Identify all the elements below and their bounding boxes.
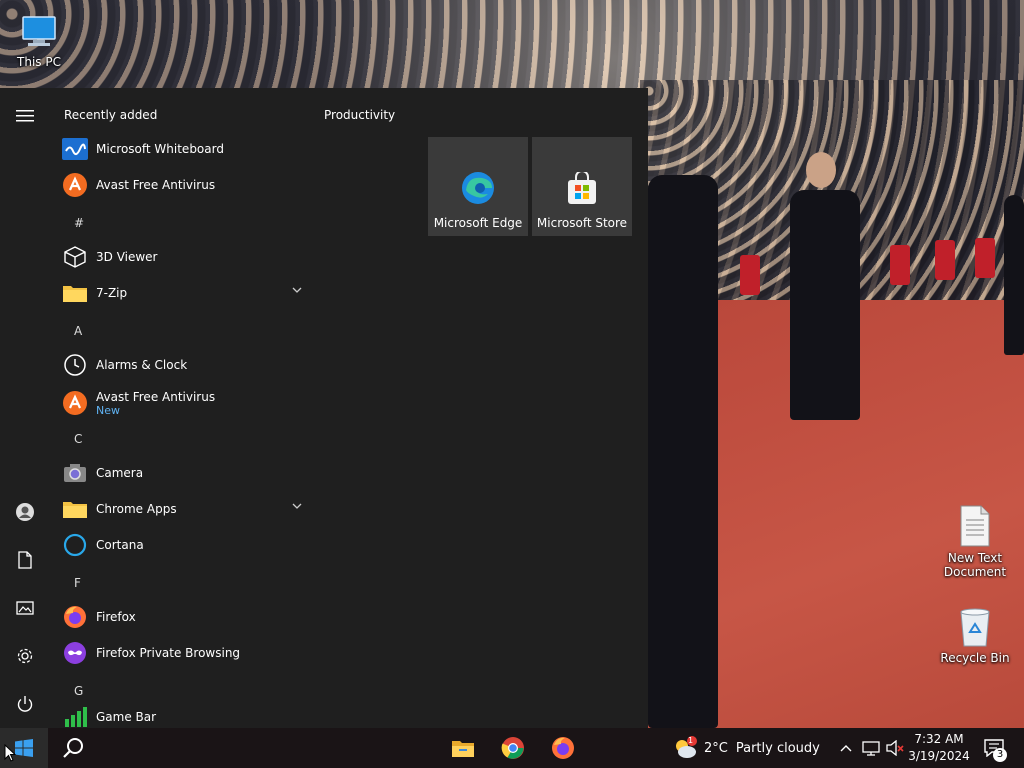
app-alarms-clock[interactable]: Alarms & Clock: [62, 347, 310, 383]
start-menu: Recently added Microsoft Whiteboard Avas…: [0, 88, 648, 728]
app-firefox[interactable]: Firefox: [62, 599, 310, 635]
tile-microsoft-edge[interactable]: Microsoft Edge: [428, 137, 528, 236]
letter-header-c[interactable]: C: [74, 432, 82, 446]
pictures-button[interactable]: [0, 588, 50, 628]
letter-header-f[interactable]: F: [74, 576, 81, 590]
user-account-button[interactable]: [0, 492, 50, 532]
desktop-icon-recycle-bin[interactable]: Recycle Bin: [940, 604, 1010, 665]
store-icon: [568, 172, 596, 204]
file-explorer-icon: [452, 741, 474, 757]
show-hidden-icons-button[interactable]: [836, 728, 856, 768]
folder-icon: [63, 286, 87, 302]
cortana-icon: [63, 533, 87, 557]
app-avast-recent[interactable]: Avast Free Antivirus: [62, 167, 310, 203]
letter-header-hash[interactable]: #: [74, 216, 84, 230]
app-camera[interactable]: Camera: [62, 455, 310, 491]
wallpaper-chair: [975, 238, 995, 278]
app-3d-viewer[interactable]: 3D Viewer: [62, 239, 310, 275]
chevron-down-icon[interactable]: [292, 503, 302, 509]
app-cortana[interactable]: Cortana: [62, 527, 310, 563]
settings-icon: [17, 648, 33, 664]
start-expand-button[interactable]: [0, 96, 50, 136]
desktop-icon-label: Recycle Bin: [940, 651, 1010, 665]
alarm-clock-icon: [64, 354, 86, 376]
volume-button[interactable]: [884, 728, 906, 768]
letter-header-g[interactable]: G: [74, 684, 83, 698]
clock-date: 3/19/2024: [908, 749, 970, 763]
network-button[interactable]: [860, 728, 882, 768]
text-document-icon: [960, 505, 990, 547]
wallpaper-figure: [648, 175, 718, 728]
wallpaper-chair: [740, 255, 760, 295]
weather-condition: Partly cloudy: [735, 740, 820, 756]
power-icon: [17, 696, 33, 712]
taskbar-chrome[interactable]: [490, 728, 536, 768]
clock-time: 7:32 AM: [914, 732, 964, 746]
taskbar-firefox[interactable]: [540, 728, 586, 768]
search-button[interactable]: [50, 728, 96, 768]
desktop-icon-label: This PC: [17, 55, 61, 69]
new-badge: New: [96, 403, 120, 417]
3d-cube-icon: [64, 246, 86, 268]
whiteboard-icon: [62, 138, 88, 160]
tiles-area: Productivity Microsoft Edge Microsoft St…: [310, 88, 648, 728]
wallpaper-chair: [890, 245, 910, 285]
chrome-icon: [501, 737, 524, 759]
notification-count-badge: 3: [993, 748, 1007, 762]
firefox-private-icon: [64, 642, 86, 664]
user-account-icon: [16, 503, 34, 521]
desktop-icon-label: New Text Document: [943, 551, 1007, 579]
app-list: Recently added Microsoft Whiteboard Avas…: [50, 88, 310, 728]
weather-widget[interactable]: 1 2°C Partly cloudy: [672, 728, 820, 768]
start-rail: [0, 88, 50, 728]
recycle-bin-icon: [960, 608, 990, 647]
avast-icon: [63, 173, 87, 197]
settings-button[interactable]: [0, 636, 50, 676]
tile-group-title[interactable]: Productivity: [324, 108, 395, 122]
firefox-icon: [64, 606, 86, 628]
app-7zip-folder[interactable]: 7-Zip: [62, 275, 310, 311]
partly-cloudy-icon: [676, 736, 697, 758]
app-avast-free-antivirus[interactable]: Avast Free Antivirus New: [62, 383, 310, 423]
network-icon: [862, 741, 880, 756]
app-game-bar[interactable]: Game Bar: [62, 699, 310, 728]
action-center-button[interactable]: 3: [976, 728, 1012, 768]
chevron-up-icon: [840, 745, 852, 752]
letter-header-a[interactable]: A: [74, 324, 82, 338]
weather-temperature: 2°C: [704, 740, 728, 756]
wallpaper-figure-head: [806, 152, 836, 188]
power-button[interactable]: [0, 684, 50, 724]
app-firefox-private[interactable]: Firefox Private Browsing: [62, 635, 310, 671]
app-microsoft-whiteboard[interactable]: Microsoft Whiteboard: [62, 131, 310, 167]
windows-logo-icon: [15, 739, 33, 757]
camera-icon: [64, 464, 86, 482]
computer-icon: [22, 16, 56, 46]
documents-button[interactable]: [0, 540, 50, 580]
chevron-down-icon[interactable]: [292, 287, 302, 293]
taskbar-file-explorer[interactable]: [440, 728, 486, 768]
folder-icon: [63, 502, 87, 518]
mouse-cursor-icon: [4, 744, 16, 762]
edge-icon: [462, 172, 494, 204]
taskbar: 1 2°C Partly cloudy 7:32 AM 3/19/2024 3: [0, 728, 1024, 768]
search-icon: [63, 738, 83, 758]
pictures-icon: [16, 601, 34, 615]
desktop-icon-this-pc[interactable]: This PC: [4, 12, 74, 69]
firefox-icon: [552, 737, 574, 759]
wallpaper-chair: [935, 240, 955, 280]
avast-icon: [63, 391, 87, 415]
app-chrome-apps-folder[interactable]: Chrome Apps: [62, 491, 310, 527]
desktop-icon-new-text-document[interactable]: New Text Document: [940, 504, 1010, 579]
volume-muted-icon: [886, 740, 904, 756]
tile-microsoft-store[interactable]: Microsoft Store: [532, 137, 632, 236]
documents-icon: [18, 551, 32, 569]
hamburger-menu-icon: [16, 110, 34, 122]
taskbar-clock[interactable]: 7:32 AM 3/19/2024: [906, 731, 972, 765]
wallpaper-figure: [790, 190, 860, 420]
wallpaper-figure: [1004, 195, 1024, 355]
weather-alert-count: 1: [688, 736, 694, 745]
recently-added-header: Recently added: [64, 108, 158, 122]
game-bar-icon: [65, 707, 87, 727]
